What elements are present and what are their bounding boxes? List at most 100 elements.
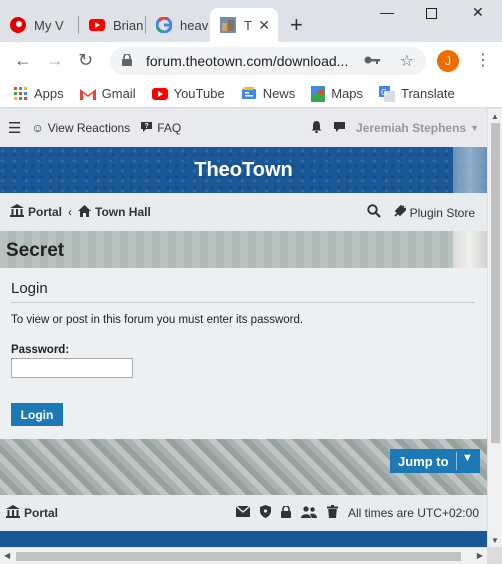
breadcrumb-portal[interactable]: Portal [28, 205, 62, 219]
tab-strip: My V Brian heav T ✕ + — ✕ [0, 0, 502, 42]
gmail-icon [79, 88, 96, 100]
bookmark-label: Maps [331, 86, 363, 101]
bookmark-star-icon[interactable]: ☆ [400, 51, 414, 71]
svg-text:G: G [381, 88, 387, 97]
breadcrumb-right: Plugin Store [366, 204, 475, 221]
breadcrumb-town-hall[interactable]: Town Hall [95, 205, 151, 219]
bookmark-news[interactable]: News [241, 86, 296, 101]
notifications-bell-icon[interactable] [310, 120, 323, 136]
footer-right: All times are UTC+02:00 [226, 504, 479, 521]
shield-icon[interactable] [259, 505, 271, 521]
faq-link[interactable]: ? FAQ [140, 121, 181, 136]
youtube-icon [89, 17, 105, 33]
bookmark-translate[interactable]: G Translate [379, 85, 455, 102]
timezone-text: All times are UTC+02:00 [347, 506, 479, 520]
scroll-up-arrow-icon[interactable]: ▲ [491, 112, 499, 121]
chrome-menu-icon[interactable]: ⋮ [475, 50, 491, 70]
google-translate-icon: G [379, 85, 395, 102]
horizontal-scrollbar[interactable]: ◀ ▶ [0, 547, 487, 564]
jump-to-button[interactable]: Jump to ▼ [390, 449, 480, 473]
maximize-icon[interactable] [426, 6, 437, 22]
hamburger-menu-icon[interactable]: ☰ [8, 119, 21, 137]
scrollbar-corner [487, 547, 502, 564]
browser-tab[interactable]: My V [0, 8, 78, 42]
site-header-banner: TheoTown [0, 147, 487, 193]
bookmark-label: Apps [34, 86, 64, 101]
bookmark-maps[interactable]: Maps [311, 85, 363, 102]
browser-tab-active[interactable]: T ✕ [210, 8, 278, 42]
breadcrumb: Portal ‹ Town Hall Plugin Store [0, 193, 487, 231]
smile-icon: ☺ [31, 121, 44, 135]
question-bubble-icon: ? [140, 121, 153, 136]
footer-blue-band [0, 531, 487, 547]
private-messages-icon[interactable] [333, 121, 346, 136]
login-button[interactable]: Login [11, 403, 63, 426]
footer-portal-link[interactable]: Portal [24, 506, 58, 520]
password-field[interactable] [11, 358, 133, 378]
envelope-icon[interactable] [235, 505, 251, 520]
scroll-down-arrow-icon[interactable]: ▼ [491, 536, 499, 545]
key-icon[interactable] [364, 53, 380, 68]
plugin-store-link[interactable]: Plugin Store [393, 204, 475, 221]
footer-bar: Portal All times are UTC+02:00 [0, 495, 487, 531]
users-icon[interactable] [300, 505, 317, 521]
page-title: Secret [6, 240, 65, 261]
tab-title: heav [180, 17, 208, 33]
close-window-icon[interactable]: ✕ [472, 4, 484, 21]
home-icon [78, 204, 92, 220]
back-arrow-icon[interactable]: ← [14, 50, 32, 71]
site-logo-title[interactable]: TheoTown [194, 159, 293, 182]
bookmark-label: YouTube [173, 86, 225, 101]
view-reactions-label: View Reactions [47, 121, 131, 135]
bookmark-youtube[interactable]: YouTube [151, 86, 225, 101]
url-text: forum.theotown.com/download... [146, 53, 349, 69]
plugin-store-label: Plugin Store [409, 205, 475, 220]
scrollbar-thumb[interactable] [16, 552, 461, 561]
google-news-icon [241, 86, 257, 101]
new-tab-button[interactable]: + [290, 12, 303, 38]
google-icon [156, 17, 172, 33]
profile-avatar[interactable]: J [437, 50, 459, 72]
vertical-scrollbar[interactable]: ▲ ▼ [487, 109, 502, 547]
forum-navbar: ☰ ☺ View Reactions ? FAQ Jeremiah Stephe… [0, 109, 487, 147]
lock-icon [122, 52, 138, 69]
reload-icon[interactable]: ↻ [78, 50, 93, 71]
jump-to-label: Jump to [398, 453, 449, 469]
lock-icon[interactable] [280, 504, 291, 521]
scroll-left-arrow-icon[interactable]: ◀ [4, 551, 10, 560]
close-tab-icon[interactable]: ✕ [258, 17, 270, 34]
bookmark-apps[interactable]: Apps [14, 86, 64, 101]
youtube-icon [151, 87, 168, 100]
bank-icon [6, 505, 20, 521]
vodafone-icon [10, 17, 26, 33]
view-reactions-link[interactable]: ☺ View Reactions [31, 121, 130, 135]
city-background-strip [0, 231, 487, 268]
plug-icon [393, 204, 407, 221]
minimize-icon[interactable]: — [380, 4, 394, 20]
bookmarks-bar: Apps Gmail YouTube News Maps G Translate [0, 80, 502, 108]
skyscraper-image [453, 231, 487, 268]
browser-tab[interactable]: Brian [79, 8, 145, 42]
faq-label: FAQ [157, 121, 182, 135]
bookmark-label: News [262, 86, 296, 101]
address-bar[interactable]: forum.theotown.com/download... ☆ [110, 47, 426, 75]
caret-down-icon[interactable]: ▼ [470, 123, 479, 133]
bookmark-gmail[interactable]: Gmail [79, 86, 136, 101]
svg-text:?: ? [145, 123, 149, 130]
forward-arrow-icon[interactable]: → [46, 50, 64, 71]
login-heading: Login [11, 280, 48, 297]
scrollbar-thumb[interactable] [491, 123, 500, 443]
tab-title: Brian [113, 17, 144, 33]
chevron-left-icon: ‹ [68, 205, 73, 219]
tab-title: My V [34, 17, 64, 33]
search-icon[interactable] [366, 204, 381, 221]
caret-down-icon[interactable]: ▼ [462, 452, 473, 464]
bookmark-label: Gmail [101, 86, 136, 101]
trash-icon[interactable] [326, 505, 338, 521]
tab-title: T [244, 17, 252, 33]
username-link[interactable]: Jeremiah Stephens [356, 121, 466, 135]
scroll-right-arrow-icon[interactable]: ▶ [477, 551, 483, 560]
login-panel: Login To view or post in this forum you … [0, 268, 487, 439]
browser-tab[interactable]: heav [146, 8, 208, 42]
bookmark-label: Translate [401, 86, 455, 101]
